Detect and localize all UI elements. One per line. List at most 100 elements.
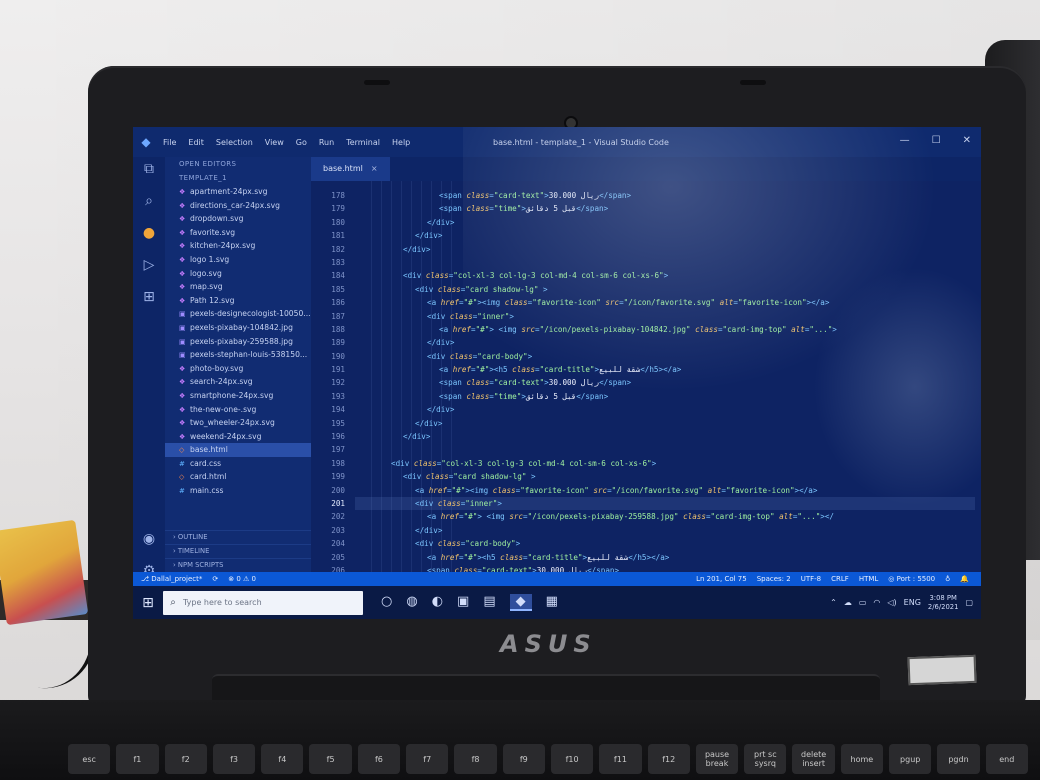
file-item[interactable]: ❖ dropdown.svg xyxy=(165,212,311,226)
key-end[interactable]: end xyxy=(985,744,1028,774)
chrome-icon[interactable]: ◍ xyxy=(406,594,417,611)
code-line[interactable]: <a href="#"><img class="favorite-icon" s… xyxy=(355,296,975,309)
vscode-icon[interactable]: ◆ xyxy=(509,594,532,611)
file-item[interactable]: ❖ logo 1.svg xyxy=(165,253,311,267)
key-f3[interactable]: f3 xyxy=(212,744,256,774)
key-pgup[interactable]: pgup xyxy=(889,744,932,774)
code-line[interactable]: <div class="col-xl-3 col-lg-3 col-md-4 c… xyxy=(355,269,975,282)
key-esc[interactable]: esc xyxy=(68,744,111,774)
file-item[interactable]: ▣ pexels-designecologist-10050... xyxy=(165,307,311,321)
minimize-button[interactable]: — xyxy=(900,135,910,146)
wifi-icon[interactable]: ◠ xyxy=(873,598,880,607)
code-line[interactable]: </div> xyxy=(355,417,975,430)
status-item[interactable]: CRLF xyxy=(831,575,849,583)
file-item[interactable]: ❖ photo-boy.svg xyxy=(165,362,311,376)
status-item[interactable]: ⎇ Dallal_project* xyxy=(141,575,202,583)
source-control-icon[interactable]: ● xyxy=(143,225,155,241)
sidebar-section-timeline[interactable]: › TIMELINE xyxy=(165,544,311,558)
code-area[interactable]: <span class="card-text">30.000 ريال</spa… xyxy=(355,189,975,572)
chevron-up-icon[interactable]: ⌃ xyxy=(830,598,837,607)
code-line[interactable]: <div class="inner"> xyxy=(355,496,975,511)
code-line[interactable]: <a href="#"><h5 class="card-title">شقة ل… xyxy=(355,551,975,564)
file-item[interactable]: # main.css xyxy=(165,484,311,498)
key-f12[interactable]: f12 xyxy=(647,744,690,774)
key-f2[interactable]: f2 xyxy=(164,744,207,774)
sidebar-section-npm-scripts[interactable]: › NPM SCRIPTS xyxy=(165,558,311,572)
key-home[interactable]: home xyxy=(840,744,884,774)
taskbar-search[interactable]: ⌕ Type here to search xyxy=(163,590,363,615)
file-item[interactable]: ❖ directions_car-24px.svg xyxy=(165,199,311,213)
tab-base-html[interactable]: base.html × xyxy=(311,157,390,181)
status-item[interactable]: ◎ Port : 5500 xyxy=(888,575,935,583)
key-f9[interactable]: f9 xyxy=(502,744,545,774)
explorer-icon[interactable]: ⧉ xyxy=(144,161,154,177)
status-item[interactable]: ⟳ xyxy=(212,575,218,583)
key-f10[interactable]: f10 xyxy=(550,744,594,774)
code-line[interactable]: <span class="card-text">30.000 ريال</spa… xyxy=(355,376,975,389)
code-line[interactable] xyxy=(355,443,975,456)
code-line[interactable]: </div> xyxy=(355,430,975,443)
file-item[interactable]: ❖ weekend-24px.svg xyxy=(165,430,311,444)
code-line[interactable] xyxy=(355,256,975,269)
file-item[interactable]: # card.css xyxy=(165,457,311,471)
file-item[interactable]: ◇ base.html xyxy=(165,443,311,457)
key-pgdn[interactable]: pgdn xyxy=(937,744,980,774)
code-line[interactable]: <div class="card shadow-lg" > xyxy=(355,283,975,296)
store-icon[interactable]: ▣ xyxy=(457,594,469,611)
close-button[interactable]: ✕ xyxy=(963,135,971,146)
status-item[interactable]: ⊗ 0 ⚠ 0 xyxy=(228,575,256,583)
status-item[interactable]: UTF-8 xyxy=(801,575,821,583)
file-explorer-icon[interactable]: ▤ xyxy=(483,594,495,611)
status-item[interactable]: 🔔 xyxy=(960,575,969,583)
sidebar-section-outline[interactable]: › OUTLINE xyxy=(165,530,311,544)
file-item[interactable]: ▣ pexels-pixabay-104842.jpg xyxy=(165,321,311,335)
menu-item-terminal[interactable]: Terminal xyxy=(346,138,380,147)
code-line[interactable]: <div class="card-body"> xyxy=(355,537,975,550)
menu-item-edit[interactable]: Edit xyxy=(188,138,204,147)
file-item[interactable]: ❖ smartphone-24px.svg xyxy=(165,389,311,403)
code-line[interactable]: <a href="#"><img class="favorite-icon" s… xyxy=(355,484,975,497)
menu-item-go[interactable]: Go xyxy=(296,138,307,147)
code-line[interactable]: <a href="#"> <img src="/icon/pexels-pixa… xyxy=(355,510,975,523)
key-pause[interactable]: pause break xyxy=(695,744,739,774)
status-item[interactable]: HTML xyxy=(859,575,878,583)
code-line[interactable]: <a href="#"><h5 class="card-title">شقة ل… xyxy=(355,363,975,376)
code-line[interactable]: </div> xyxy=(355,403,975,416)
maximize-button[interactable]: ☐ xyxy=(932,135,941,146)
menu-item-help[interactable]: Help xyxy=(392,138,410,147)
file-item[interactable]: ❖ two_wheeler-24px.svg xyxy=(165,416,311,430)
file-item[interactable]: ❖ map.svg xyxy=(165,280,311,294)
edge-icon[interactable]: ◐ xyxy=(432,594,443,611)
file-item[interactable]: ❖ Path 12.svg xyxy=(165,294,311,308)
file-item[interactable]: ❖ logo.svg xyxy=(165,267,311,281)
code-line[interactable]: <span class="time">قبل 5 دقائق</span> xyxy=(355,390,975,403)
code-line[interactable]: <span class="time">قبل 5 دقائق</span> xyxy=(355,202,975,215)
account-icon[interactable]: ◉ xyxy=(143,531,155,547)
extensions-icon[interactable]: ⊞ xyxy=(143,289,155,305)
code-line[interactable]: </div> xyxy=(355,243,975,256)
key-f6[interactable]: f6 xyxy=(357,744,401,774)
notification-icon[interactable]: ▢ xyxy=(965,598,973,607)
app-icon[interactable]: ▦ xyxy=(546,594,558,611)
code-line[interactable]: <span class="card-text">30.000 ريال</spa… xyxy=(355,564,975,572)
code-line[interactable]: <div class="inner"> xyxy=(355,310,975,323)
windows-start-icon[interactable]: ⊞ xyxy=(133,595,163,611)
task-view-icon[interactable]: ○ xyxy=(381,594,392,611)
status-item[interactable]: ♁ xyxy=(945,575,950,583)
battery-icon[interactable]: ▭ xyxy=(859,598,867,607)
key-f7[interactable]: f7 xyxy=(406,744,449,774)
key-f1[interactable]: f1 xyxy=(116,744,159,774)
close-icon[interactable]: × xyxy=(371,164,378,173)
code-line[interactable]: </div> xyxy=(355,229,975,242)
network-icon[interactable]: ☁ xyxy=(844,598,852,607)
key-delete[interactable]: delete insert xyxy=(792,744,835,774)
search-icon[interactable]: ⌕ xyxy=(145,193,153,209)
code-line[interactable]: <div class="card shadow-lg" > xyxy=(355,470,975,483)
status-item[interactable]: Spaces: 2 xyxy=(757,575,791,583)
language-indicator[interactable]: ENG xyxy=(904,598,921,607)
menu-item-selection[interactable]: Selection xyxy=(216,138,253,147)
menu-item-run[interactable]: Run xyxy=(319,138,334,147)
key-prt[interactable]: prt sc sysrq xyxy=(744,744,787,774)
menu-item-view[interactable]: View xyxy=(265,138,284,147)
key-f4[interactable]: f4 xyxy=(261,744,304,774)
